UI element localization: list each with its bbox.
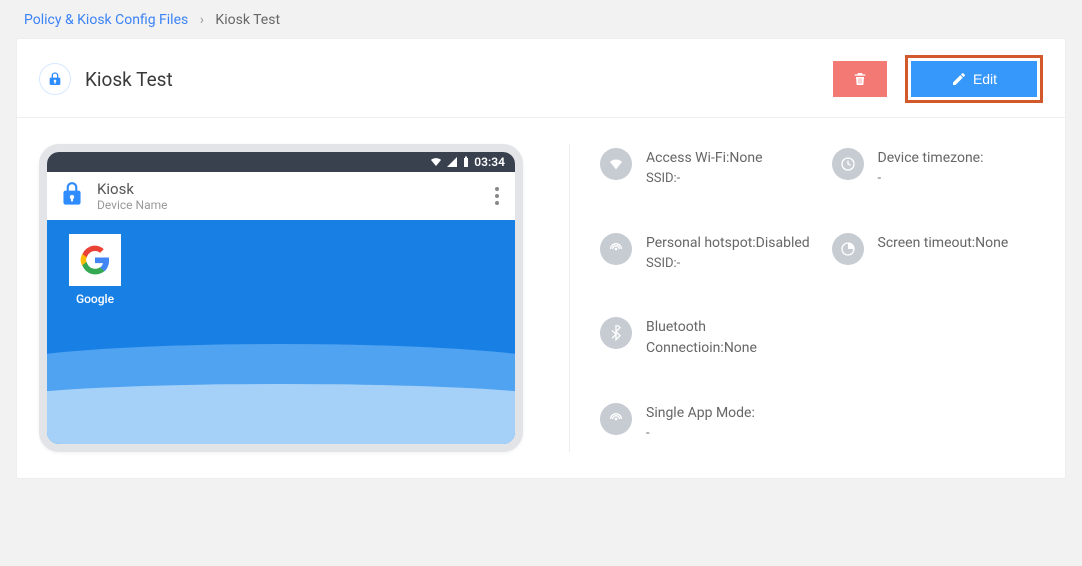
app-bar: Kiosk Device Name [47,172,515,220]
config-card: Kiosk Test Edit 03:34 [16,38,1066,479]
tablet-frame: 03:34 Kiosk Device Name [39,144,523,452]
divider [569,144,570,452]
google-icon [69,234,121,286]
edit-button-label: Edit [973,71,997,87]
card-body: 03:34 Kiosk Device Name [17,118,1065,478]
setting-screen-timeout: Screen timeout:None [832,233,1044,274]
edit-button-highlight: Edit [905,55,1043,103]
pencil-icon [951,71,967,87]
setting-single-app: Single App Mode: - [600,403,812,444]
timeout-icon [832,233,864,265]
wifi-icon [600,148,632,180]
app-subtitle: Device Name [97,198,479,212]
overflow-menu-icon[interactable] [491,183,503,209]
setting-bluetooth: Bluetooth Connectioin:None [600,317,812,359]
hotspot-icon [600,403,632,435]
status-time: 03:34 [474,155,505,169]
trash-icon [852,71,868,87]
app-shortcut-label: Google [61,292,129,306]
delete-button[interactable] [833,61,887,97]
breadcrumb-current: Kiosk Test [215,12,280,28]
page-title: Kiosk Test [85,68,833,91]
setting-hotspot: Personal hotspot:Disabled SSID:- [600,233,812,274]
app-shortcut-google[interactable]: Google [61,234,129,306]
status-bar: 03:34 [47,152,515,172]
bluetooth-icon [600,317,632,349]
setting-timezone: Device timezone: - [832,148,1044,189]
lock-icon [39,63,71,95]
app-title: Kiosk [97,180,479,198]
edit-button[interactable]: Edit [911,61,1037,97]
tablet-home: Google [47,220,515,444]
card-header: Kiosk Test Edit [17,39,1065,118]
wifi-icon [430,156,442,168]
settings-grid: Access Wi-Fi:None SSID:- Device timezone… [600,144,1043,452]
breadcrumb-root-link[interactable]: Policy & Kiosk Config Files [24,12,188,28]
hotspot-icon [600,233,632,265]
signal-icon [446,156,458,168]
setting-wifi: Access Wi-Fi:None SSID:- [600,148,812,189]
device-preview: 03:34 Kiosk Device Name [39,144,539,452]
breadcrumb: Policy & Kiosk Config Files › Kiosk Test [0,0,1082,38]
clock-icon [832,148,864,180]
chevron-right-icon: › [200,12,204,28]
lock-icon [59,181,85,211]
battery-icon [462,156,470,168]
